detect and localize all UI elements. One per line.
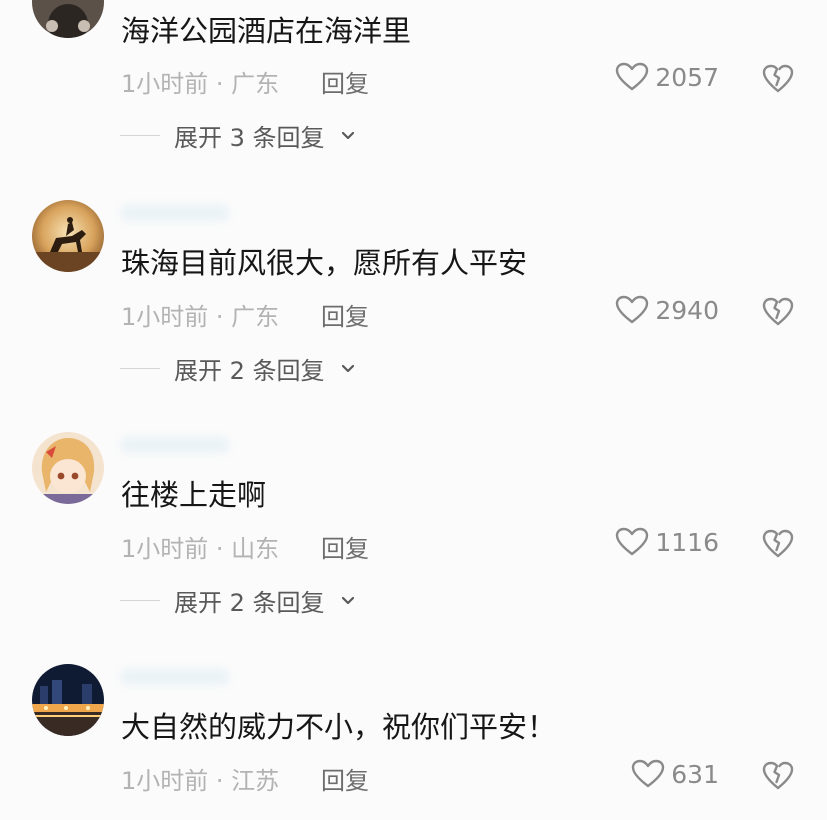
heart-outline-icon bbox=[616, 527, 649, 556]
username-blurred bbox=[120, 668, 230, 686]
expand-replies-button[interactable]: 展开 2 条回复 bbox=[120, 351, 355, 386]
reply-button[interactable]: 回复 bbox=[321, 529, 369, 564]
heart-outline-icon bbox=[616, 62, 649, 91]
heart-outline-icon bbox=[632, 759, 665, 788]
chevron-down-icon bbox=[341, 131, 354, 139]
divider bbox=[120, 368, 160, 369]
like-count: 1116 bbox=[655, 527, 719, 557]
divider bbox=[120, 600, 160, 601]
avatar[interactable] bbox=[32, 200, 104, 272]
like-button[interactable]: 1116 bbox=[615, 527, 719, 557]
reply-button[interactable]: 回复 bbox=[321, 64, 369, 99]
like-button[interactable]: 631 bbox=[631, 759, 719, 789]
broken-heart-icon[interactable] bbox=[762, 761, 794, 791]
expand-replies-button[interactable]: 展开 3 条回复 bbox=[120, 118, 355, 153]
expand-replies-label: 展开 3 条回复 bbox=[174, 124, 325, 152]
comment-meta: 1小时前 · 广东 bbox=[121, 70, 280, 98]
like-count: 2057 bbox=[655, 62, 719, 92]
like-button[interactable]: 2057 bbox=[615, 62, 719, 92]
comment-meta: 1小时前 · 广东 bbox=[121, 303, 280, 331]
broken-heart-icon[interactable] bbox=[762, 529, 794, 559]
username-blurred bbox=[120, 436, 230, 454]
comment-text: 珠海目前风很大，愿所有人平安 bbox=[121, 246, 528, 280]
broken-heart-icon[interactable] bbox=[762, 297, 794, 327]
avatar[interactable] bbox=[32, 0, 104, 38]
chevron-down-icon bbox=[341, 364, 354, 372]
avatar[interactable] bbox=[32, 432, 104, 504]
heart-outline-icon bbox=[616, 295, 649, 324]
reply-button[interactable]: 回复 bbox=[321, 761, 369, 796]
comment-meta: 1小时前 · 山东 bbox=[121, 535, 280, 563]
like-count: 2940 bbox=[655, 295, 719, 325]
expand-replies-button[interactable]: 展开 2 条回复 bbox=[120, 583, 355, 618]
reply-button[interactable]: 回复 bbox=[321, 297, 369, 332]
comment-text: 海洋公园酒店在海洋里 bbox=[121, 14, 412, 48]
expand-replies-label: 展开 2 条回复 bbox=[174, 589, 325, 617]
comment-text: 大自然的威力不小，祝你们平安！ bbox=[121, 710, 557, 744]
avatar[interactable] bbox=[32, 664, 104, 736]
like-button[interactable]: 2940 bbox=[615, 295, 719, 325]
username-blurred bbox=[120, 204, 230, 222]
comment-meta: 1小时前 · 江苏 bbox=[121, 767, 280, 795]
like-count: 631 bbox=[671, 759, 719, 789]
chevron-down-icon bbox=[341, 596, 354, 604]
divider bbox=[120, 135, 160, 136]
comment-text: 往楼上走啊 bbox=[121, 478, 267, 512]
expand-replies-label: 展开 2 条回复 bbox=[174, 357, 325, 385]
broken-heart-icon[interactable] bbox=[762, 64, 794, 94]
